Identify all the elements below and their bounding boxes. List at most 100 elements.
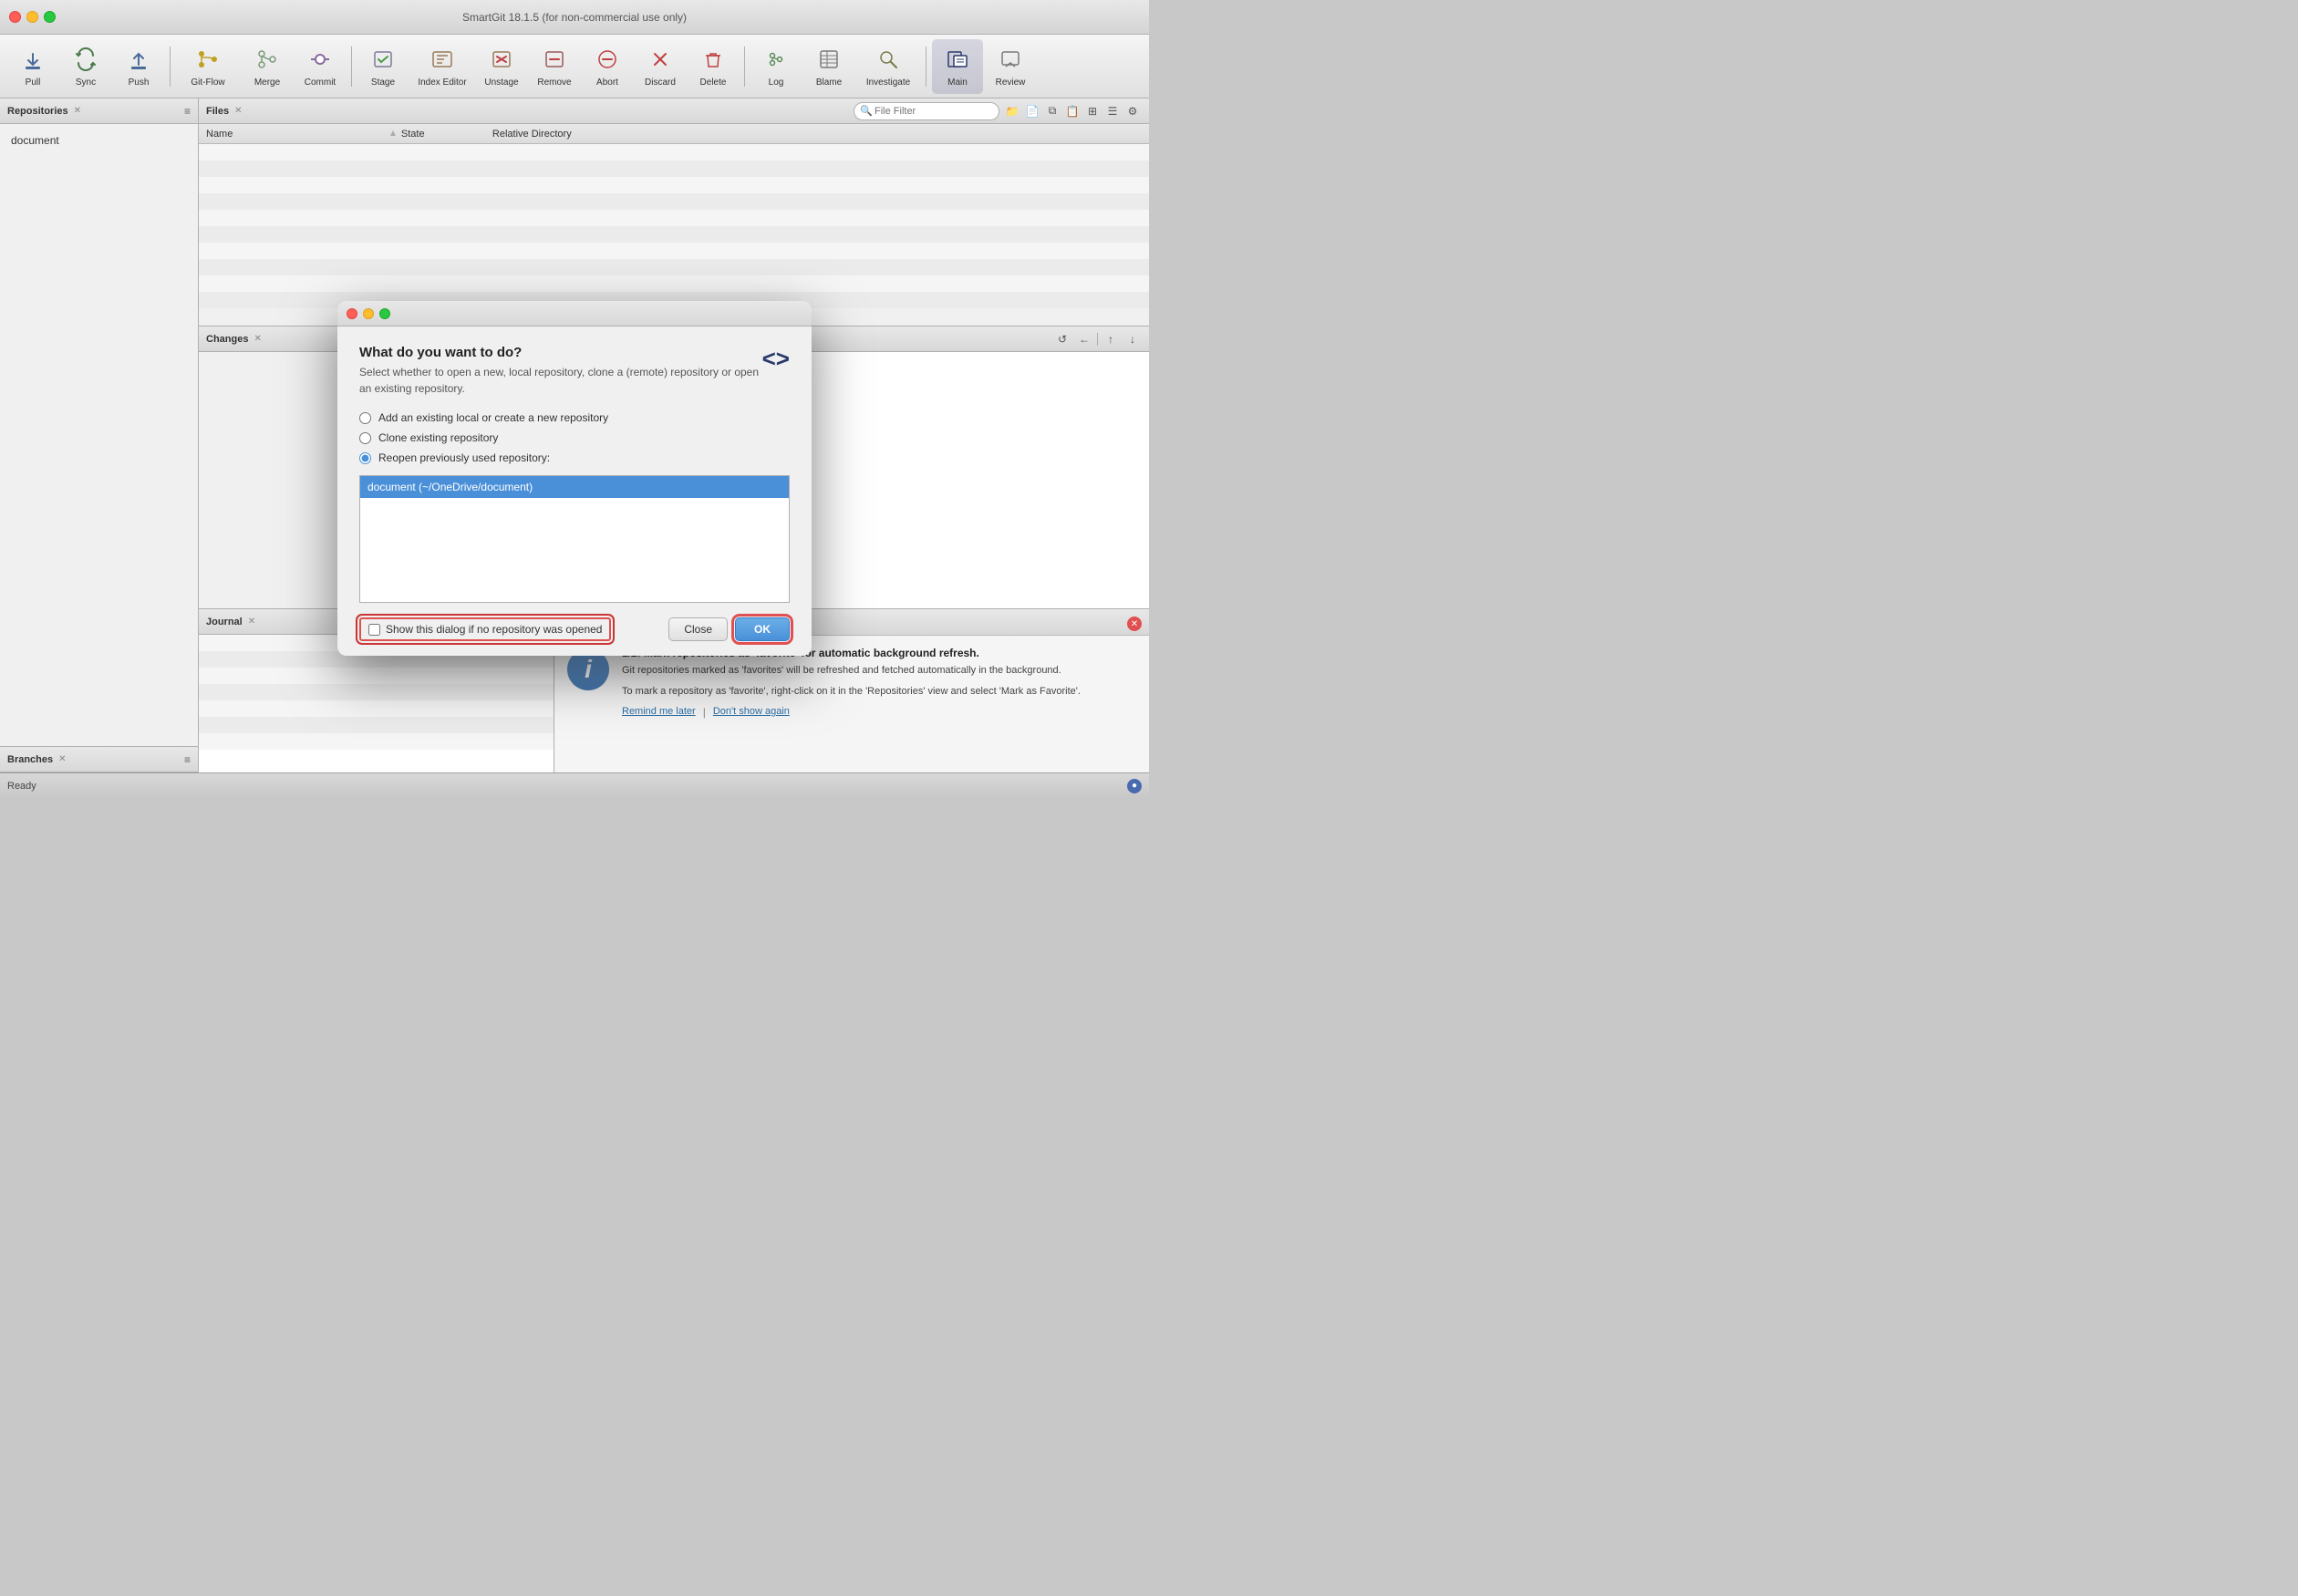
repositories-close-icon[interactable]: ✕ xyxy=(74,106,81,116)
files-area: Files ✕ 🔍 📁 📄 ⧉ 📋 ⊞ ☰ ⚙ xyxy=(199,98,1149,326)
abort-icon xyxy=(593,45,622,74)
repo-list-item-2[interactable] xyxy=(360,518,789,538)
stage-button[interactable]: Stage xyxy=(357,39,409,94)
changes-close-icon[interactable]: ✕ xyxy=(254,334,261,344)
modal-header-text: What do you want to do? Select whether t… xyxy=(359,345,762,397)
branches-menu-icon[interactable]: ≡ xyxy=(184,753,191,766)
sync-button[interactable]: Sync xyxy=(60,39,111,94)
maximize-button[interactable] xyxy=(44,11,56,23)
modal-option-add[interactable]: Add an existing local or create a new re… xyxy=(359,411,790,424)
discard-button[interactable]: Discard xyxy=(635,39,686,94)
radio-add[interactable] xyxy=(359,412,371,424)
pull-button[interactable]: Pull xyxy=(7,39,58,94)
sync-icon xyxy=(71,45,100,74)
branches-close-icon[interactable]: ✕ xyxy=(58,754,66,764)
repo-list-item-0[interactable]: document (~/OneDrive/document) xyxy=(360,476,789,498)
refresh-icon[interactable]: ↺ xyxy=(1053,330,1071,348)
view-icon[interactable]: ☰ xyxy=(1103,102,1122,120)
repositories-tab-label: Repositories xyxy=(7,106,68,117)
journal-close-icon[interactable]: ✕ xyxy=(248,617,255,627)
repo-list-item-4[interactable] xyxy=(360,558,789,578)
delete-label: Delete xyxy=(700,78,727,88)
title-bar: SmartGit 18.1.5 (for non-commercial use … xyxy=(0,0,1149,35)
file-row xyxy=(199,161,1149,177)
delete-button[interactable]: Delete xyxy=(688,39,739,94)
folder-open-icon[interactable]: 📁 xyxy=(1003,102,1021,120)
option-reopen-label: Reopen previously used repository: xyxy=(378,451,550,464)
blame-icon xyxy=(814,45,844,74)
push-icon xyxy=(124,45,153,74)
push-button[interactable]: Push xyxy=(113,39,164,94)
commit-button[interactable]: Commit xyxy=(295,39,346,94)
main-button[interactable]: Main xyxy=(932,39,983,94)
repo-list-item-1[interactable] xyxy=(360,498,789,518)
modal-close-button[interactable] xyxy=(347,308,357,319)
minimize-button[interactable] xyxy=(26,11,38,23)
file-row xyxy=(199,226,1149,243)
modal-minimize-button[interactable] xyxy=(363,308,374,319)
modal-option-clone[interactable]: Clone existing repository xyxy=(359,431,790,444)
dont-show-link[interactable]: Don't show again xyxy=(713,706,790,719)
col-dir-header[interactable]: Relative Directory xyxy=(492,129,1142,140)
file-row xyxy=(199,243,1149,259)
merge-button[interactable]: Merge xyxy=(242,39,293,94)
up-icon[interactable]: ↑ xyxy=(1102,330,1120,348)
repositories-content: document xyxy=(0,124,198,157)
radio-clone[interactable] xyxy=(359,432,371,444)
file-filter-input[interactable] xyxy=(854,102,999,120)
index-editor-button[interactable]: Index Editor xyxy=(410,39,474,94)
remind-later-link[interactable]: Remind me later xyxy=(622,706,696,719)
merge-icon xyxy=(253,45,282,74)
option-add-label: Add an existing local or create a new re… xyxy=(378,411,608,424)
filter-icon[interactable]: ⊞ xyxy=(1083,102,1102,120)
review-button[interactable]: Review xyxy=(985,39,1036,94)
main-label: Main xyxy=(947,78,968,88)
file-new-icon[interactable]: 📄 xyxy=(1023,102,1041,120)
unstage-label: Unstage xyxy=(484,78,518,88)
settings-icon[interactable]: ⚙ xyxy=(1123,102,1142,120)
abort-button[interactable]: Abort xyxy=(582,39,633,94)
commit-icon xyxy=(305,45,335,74)
modal-title: What do you want to do? xyxy=(359,345,762,360)
files-rows xyxy=(199,144,1149,326)
merge-label: Merge xyxy=(254,78,280,88)
close-modal-button[interactable]: Close xyxy=(668,617,728,641)
investigate-label: Investigate xyxy=(866,78,910,88)
sync-label: Sync xyxy=(76,78,96,88)
remove-button[interactable]: Remove xyxy=(529,39,580,94)
remove-icon xyxy=(540,45,569,74)
file-filter-wrapper: 🔍 xyxy=(854,102,999,120)
status-dot-icon: ● xyxy=(1132,781,1137,791)
files-close-icon[interactable]: ✕ xyxy=(234,106,242,116)
branches-tab-label: Branches xyxy=(7,754,53,765)
left-arrow-icon[interactable]: ← xyxy=(1075,330,1093,348)
modal-header-row: What do you want to do? Select whether t… xyxy=(359,345,790,397)
sort-icon: ▲ xyxy=(388,129,398,139)
show-dialog-checkbox[interactable] xyxy=(368,624,380,636)
changes-tab-label: Changes xyxy=(206,334,248,345)
close-button[interactable] xyxy=(9,11,21,23)
repositories-menu-icon[interactable]: ≡ xyxy=(184,105,191,118)
ok-modal-button[interactable]: OK xyxy=(735,617,790,641)
gitflow-button[interactable]: Git-Flow xyxy=(176,39,240,94)
paste-icon[interactable]: 📋 xyxy=(1063,102,1082,120)
investigate-button[interactable]: Investigate xyxy=(856,39,920,94)
notification-close-icon[interactable]: ✕ xyxy=(1127,617,1142,631)
col-state-header[interactable]: State xyxy=(401,129,492,140)
log-label: Log xyxy=(769,78,784,88)
log-button[interactable]: Log xyxy=(750,39,802,94)
modal-maximize-button[interactable] xyxy=(379,308,390,319)
repo-list-item-3[interactable] xyxy=(360,538,789,558)
files-table-header: Name ▲ State Relative Directory xyxy=(199,124,1149,144)
modal-option-reopen[interactable]: Reopen previously used repository: xyxy=(359,451,790,464)
file-toolbar-icons: 📁 📄 ⧉ 📋 ⊞ ☰ ⚙ xyxy=(1003,102,1142,120)
app-title: SmartGit 18.1.5 (for non-commercial use … xyxy=(462,11,687,24)
radio-reopen[interactable] xyxy=(359,452,371,464)
down-icon[interactable]: ↓ xyxy=(1123,330,1142,348)
copy-icon[interactable]: ⧉ xyxy=(1043,102,1061,120)
commit-label: Commit xyxy=(305,78,336,88)
blame-button[interactable]: Blame xyxy=(803,39,854,94)
repository-item[interactable]: document xyxy=(7,131,191,150)
unstage-button[interactable]: Unstage xyxy=(476,39,527,94)
col-name-header[interactable]: Name xyxy=(206,129,388,140)
